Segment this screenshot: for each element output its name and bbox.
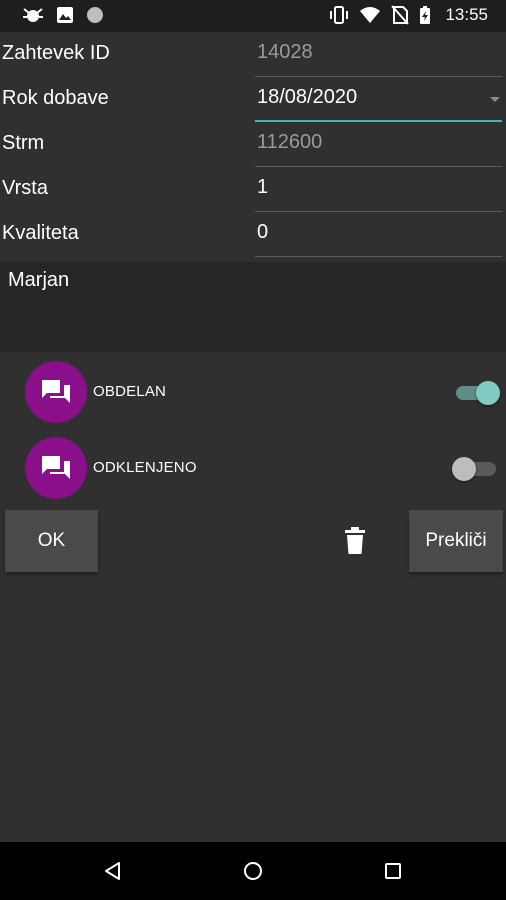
delivery-date-input[interactable]: 18/08/2020 (257, 86, 357, 109)
trash-icon[interactable] (343, 527, 367, 555)
back-icon[interactable] (103, 861, 123, 881)
delivery-date-label: Rok dobave (2, 87, 109, 109)
processed-label: OBDELAN (93, 383, 167, 400)
chat-bubbles-icon (42, 456, 70, 479)
processed-switch-thumb[interactable] (476, 381, 500, 405)
circle-icon (87, 7, 103, 23)
toggle-row-unlocked: ODKLENJENO (0, 437, 506, 503)
unlocked-switch[interactable] (452, 457, 496, 481)
row-number-input[interactable]: 1 (257, 176, 268, 199)
clock: 13:55 (445, 5, 488, 24)
cancel-button[interactable]: Prekliči (409, 510, 503, 572)
navigation-bar (0, 842, 506, 900)
customer-row: Strm 112600 (0, 122, 506, 167)
quality-row: Kvaliteta 0 (0, 212, 506, 257)
quality-underline (255, 256, 502, 257)
quality-input[interactable]: 0 (257, 221, 268, 244)
request-id-row: Zahtevek ID 14028 (0, 32, 506, 77)
customer-value: 112600 (257, 131, 323, 153)
unlocked-switch-thumb[interactable] (452, 457, 476, 481)
chat-bubbles-icon (42, 380, 70, 403)
wifi-icon (360, 7, 381, 23)
row-number-row: Vrsta 1 (0, 167, 506, 212)
home-icon[interactable] (243, 861, 263, 881)
delivery-date-row: Rok dobave 18/08/2020 (0, 77, 506, 122)
processed-switch[interactable] (452, 381, 500, 405)
bug-icon (23, 8, 43, 22)
image-icon (57, 7, 73, 23)
status-bar: 13:55 (0, 0, 506, 32)
chat-bubbles-avatar (25, 437, 87, 499)
dropdown-arrow-icon[interactable] (490, 97, 500, 102)
recents-icon[interactable] (384, 862, 402, 880)
request-id-value: 14028 (257, 41, 313, 63)
notes-text[interactable]: Marjan (8, 269, 69, 292)
customer-label: Strm (2, 132, 45, 154)
chat-bubbles-avatar (25, 361, 87, 423)
row-number-label: Vrsta (2, 177, 48, 199)
quality-label: Kvaliteta (2, 222, 79, 244)
notes-field[interactable]: Marjan (0, 262, 506, 352)
status-bar-system: 13:55 (329, 5, 488, 25)
battery-charging-icon (420, 6, 431, 24)
toggle-row-processed: OBDELAN (0, 361, 506, 427)
request-id-label: Zahtevek ID (2, 42, 110, 64)
unlocked-label: ODKLENJENO (93, 459, 197, 476)
no-sim-icon (391, 5, 410, 25)
vibrate-icon (330, 6, 349, 24)
ok-button[interactable]: OK (5, 510, 98, 572)
status-bar-notifications (22, 6, 104, 24)
